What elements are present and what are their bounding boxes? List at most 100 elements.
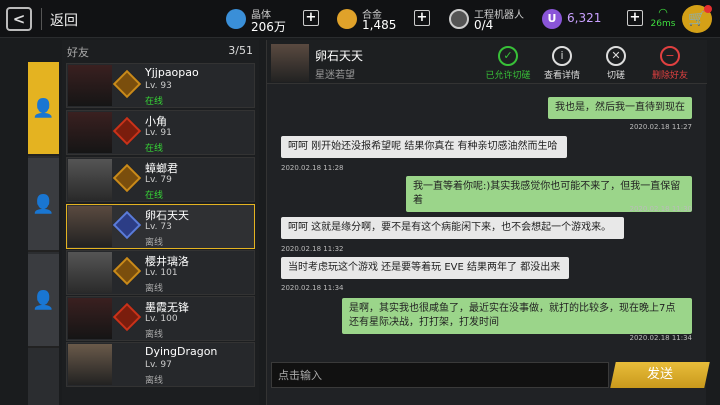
friend-item[interactable]: 蟑螂君 Lv. 79 在线 (66, 157, 255, 202)
rank-badge-icon (112, 163, 142, 193)
cart-icon: 🛒 (688, 11, 706, 27)
delete-friend-button[interactable]: − 删除好友 (643, 46, 697, 84)
rank-badge-icon (112, 69, 142, 99)
chat-input-box (271, 362, 609, 388)
friend-status: 离线 (145, 284, 164, 294)
alloy-icon (337, 9, 357, 29)
friend-item[interactable]: 墨霞无锋 Lv. 100 离线 (66, 296, 255, 341)
crystal-icon (226, 9, 246, 29)
chat-message-sent: 是啊，其实我也很咸鱼了，最近实在没事做，就打的比较多，现在晚上7点还有星际决战，… (342, 298, 692, 334)
message-timestamp: 2020.02.18 11:27 (629, 123, 692, 131)
duel-icon: ✕ (606, 46, 626, 66)
chat-panel: 卵石天天 星迷若望 ✓ 已允许切磋 i 查看详情 ✕ 切磋 − 删除好友 我也是… (266, 40, 710, 405)
friend-status: 在线 (145, 97, 164, 107)
blocked-user-icon: 👤 (32, 289, 55, 311)
friend-status: 离线 (145, 238, 164, 248)
avatar (68, 344, 112, 385)
message-timestamp: 2020.02.18 11:34 (281, 284, 344, 292)
robot-icon (449, 9, 469, 29)
tab-add-friend[interactable]: 👤 (28, 158, 59, 252)
avatar (68, 112, 112, 153)
friends-heart-icon: 👤 (32, 97, 55, 119)
friend-item[interactable]: Yjjpaopao Lv. 93 在线 (66, 63, 255, 108)
friend-level: Lv. 101 (145, 268, 178, 278)
network-status: ◠ 26ms (650, 6, 676, 29)
check-circle-icon: ✓ (498, 46, 518, 66)
resource-value: 6,321 (567, 11, 602, 25)
message-timestamp: 2020.02.18 11:30 (629, 205, 692, 213)
avatar (68, 206, 112, 247)
chat-partner-subtitle: 星迷若望 (315, 70, 355, 81)
avatar (68, 252, 112, 293)
friend-name: Yjjpaopao (145, 66, 199, 79)
friend-name: 墨霞无锋 (145, 301, 189, 314)
friend-level: Lv. 73 (145, 222, 172, 232)
rank-badge-icon (112, 116, 142, 146)
avatar (68, 298, 112, 339)
avatar (68, 65, 112, 106)
friend-name: 樱井璃洛 (145, 255, 189, 268)
resource-value: 0/4 (474, 18, 494, 32)
social-tabs: 👤 👤 👤 (28, 62, 59, 405)
friend-status: 在线 (145, 144, 164, 154)
friend-name: 蟑螂君 (145, 162, 178, 175)
tab-friends[interactable]: 👤 (28, 62, 59, 156)
rank-badge-icon (112, 256, 142, 286)
friend-level: Lv. 97 (145, 360, 172, 370)
friend-name: 卵石天天 (145, 209, 189, 222)
message-timestamp: 2020.02.18 11:32 (281, 245, 344, 253)
ping-value: 26ms (650, 19, 676, 29)
back-label: 返回 (50, 13, 78, 29)
resource-value: 206万 (251, 20, 286, 34)
chat-message-received: 当时考虑玩这个游戏 还是要等着玩 EVE 结果两年了 都没出来 (281, 257, 569, 279)
back-button[interactable]: < (6, 7, 32, 31)
resource-value: 1,485 (362, 18, 397, 32)
friend-item[interactable]: 樱井璃洛 Lv. 101 离线 (66, 250, 255, 295)
send-label: 发送 (646, 367, 673, 382)
friend-status: 离线 (145, 330, 164, 340)
friend-status: 在线 (145, 191, 164, 201)
chat-input[interactable] (272, 363, 608, 387)
friend-list-header: 好友 3/51 (62, 40, 259, 62)
allow-duel-button[interactable]: ✓ 已允许切磋 (481, 46, 535, 84)
add-crystal-button[interactable]: + (303, 10, 319, 26)
friend-level: Lv. 79 (145, 175, 172, 185)
wifi-icon: ◠ (658, 6, 668, 19)
friend-item[interactable]: 小角 Lv. 91 在线 (66, 110, 255, 155)
action-label: 已允许切磋 (485, 71, 531, 81)
chat-message-received: 呵呵 这就是缘分啊，要不是有这个病能闲下来，也不会想起一个游戏来。 (281, 217, 624, 239)
action-label: 查看详情 (543, 71, 580, 81)
friend-level: Lv. 91 (145, 128, 172, 138)
send-button[interactable]: 发送 (610, 362, 710, 388)
add-u-currency-button[interactable]: + (627, 10, 643, 26)
chat-message-received: 呵呵 刚开始还没报希望呢 结果你真在 有种亲切感油然而生哈 (281, 136, 567, 158)
top-bar: < 返回 晶体 206万 + 合金 1,485 + 工程机器人 0/4 U 6,… (0, 0, 720, 38)
friend-list-panel: 好友 3/51 Yjjpaopao Lv. 93 在线 小角 Lv. 91 在线… (62, 40, 259, 405)
divider (41, 8, 42, 30)
friend-item-selected[interactable]: 卵石天天 Lv. 73 离线 (66, 204, 255, 249)
rank-badge-icon (112, 210, 142, 240)
friend-level: Lv. 93 (145, 81, 172, 91)
chat-partner-name: 卵石天天 (315, 49, 364, 63)
remove-friend-icon: − (660, 46, 680, 66)
u-currency-icon: U (542, 9, 562, 29)
friend-name: DyingDragon (145, 345, 218, 358)
view-details-button[interactable]: i 查看详情 (535, 46, 589, 84)
action-label: 切磋 (606, 71, 625, 81)
message-timestamp: 2020.02.18 11:34 (629, 334, 692, 342)
friend-count: 3/51 (228, 44, 253, 57)
shop-cart-button[interactable]: 🛒 (682, 5, 712, 33)
duel-button[interactable]: ✕ 切磋 (589, 46, 643, 84)
chat-message-sent: 我也是，然后我一直待到现在 (548, 97, 692, 119)
info-icon: i (552, 46, 572, 66)
avatar (68, 159, 112, 200)
friend-name: 小角 (145, 115, 167, 128)
friend-item[interactable]: DyingDragon Lv. 97 离线 (66, 342, 255, 387)
friend-status: 离线 (145, 376, 164, 386)
add-friend-icon: 👤 (32, 193, 55, 215)
avatar (271, 44, 309, 82)
notification-dot (704, 5, 712, 13)
chevron-left-icon: < (12, 10, 26, 28)
tab-blocked[interactable]: 👤 (28, 254, 59, 348)
add-alloy-button[interactable]: + (414, 10, 430, 26)
